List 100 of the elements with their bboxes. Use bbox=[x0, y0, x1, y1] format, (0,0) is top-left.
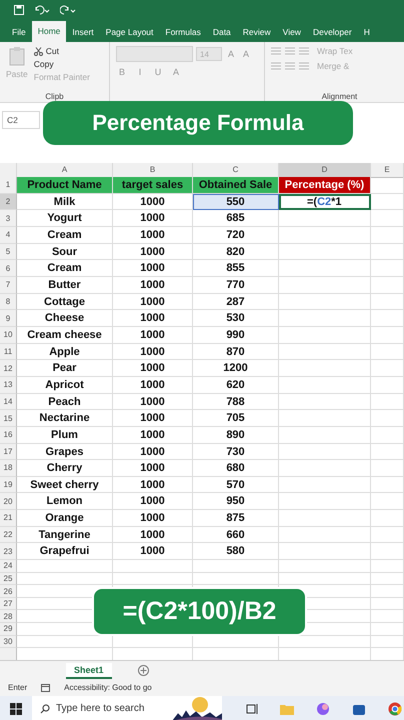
table-cell: 530 bbox=[193, 310, 279, 327]
windows-icon[interactable] bbox=[10, 702, 22, 714]
table-cell: 287 bbox=[193, 294, 279, 310]
font-field[interactable] bbox=[116, 46, 193, 62]
table-cell: Cherry bbox=[17, 460, 113, 477]
table-cell: 1000 bbox=[113, 310, 193, 327]
copilot-icon[interactable] bbox=[316, 702, 330, 716]
row-number: 30 bbox=[0, 636, 17, 648]
table-cell bbox=[371, 636, 404, 648]
table-cell bbox=[371, 310, 404, 327]
menu-tab[interactable]: File bbox=[6, 22, 32, 42]
menu-tab[interactable]: View bbox=[276, 22, 307, 42]
table-cell: Orange bbox=[17, 510, 113, 527]
table-cell: Cream cheese bbox=[17, 326, 113, 344]
table-cell: 660 bbox=[193, 526, 279, 544]
table-cell bbox=[371, 623, 404, 636]
table-cell: Yogurt bbox=[17, 210, 113, 227]
formula-cell[interactable]: =(C2*1 bbox=[279, 194, 371, 210]
table-cell: Cheese bbox=[17, 310, 113, 327]
accessibility-status[interactable]: Accessibility: Good to go bbox=[64, 683, 152, 692]
add-sheet-icon[interactable] bbox=[138, 665, 149, 676]
redo-icon[interactable] bbox=[60, 4, 76, 14]
table-cell bbox=[371, 226, 404, 244]
task-view-icon[interactable] bbox=[246, 702, 258, 714]
copy-button[interactable]: Copy bbox=[34, 59, 90, 69]
column-header[interactable]: A bbox=[17, 163, 113, 178]
column-header[interactable]: B bbox=[113, 163, 193, 178]
column-header[interactable]: E bbox=[371, 163, 404, 178]
table-cell: 1200 bbox=[193, 360, 279, 377]
table-cell bbox=[371, 510, 404, 527]
menu-tab[interactable]: Page Layout bbox=[100, 22, 160, 42]
menu-tab[interactable]: H bbox=[358, 22, 376, 42]
table-cell: 1000 bbox=[113, 444, 193, 460]
row-number: 2 bbox=[0, 194, 17, 210]
table-cell bbox=[371, 344, 404, 360]
menu-tab[interactable]: Formulas bbox=[159, 22, 207, 42]
table-cell: 1000 bbox=[113, 294, 193, 310]
table-cell: 870 bbox=[193, 344, 279, 360]
table-cell: 1000 bbox=[113, 510, 193, 527]
table-cell: Grapefrui bbox=[17, 543, 113, 560]
row-number: 25 bbox=[0, 572, 17, 586]
table-cell: 1000 bbox=[113, 260, 193, 277]
table-cell bbox=[371, 543, 404, 560]
row-number: 4 bbox=[0, 226, 17, 244]
column-header[interactable]: D bbox=[279, 163, 371, 178]
clipboard-icon[interactable] bbox=[8, 46, 25, 66]
table-cell bbox=[371, 426, 404, 444]
menu-tab[interactable]: Developer bbox=[306, 22, 358, 42]
row-number: 7 bbox=[0, 276, 17, 294]
table-cell: Peach bbox=[17, 394, 113, 410]
menu-tab[interactable]: Home bbox=[32, 21, 66, 42]
save-icon[interactable] bbox=[14, 4, 24, 14]
row-number: 11 bbox=[0, 344, 17, 360]
table-cell: 788 bbox=[193, 394, 279, 410]
table-cell: 1000 bbox=[113, 394, 193, 410]
sheet-tab[interactable]: Sheet1 bbox=[66, 663, 112, 679]
table-cell: 550 bbox=[193, 194, 279, 210]
table-cell: 1000 bbox=[113, 276, 193, 294]
table-cell: Nectarine bbox=[17, 410, 113, 427]
menu-tab[interactable]: Review bbox=[236, 22, 277, 42]
table-cell: 705 bbox=[193, 410, 279, 427]
row-number: 22 bbox=[0, 526, 17, 544]
row-number: 17 bbox=[0, 444, 17, 460]
row-number: 14 bbox=[0, 394, 17, 410]
table-cell: 770 bbox=[193, 276, 279, 294]
table-cell: 685 bbox=[193, 210, 279, 227]
table-cell: Pear bbox=[17, 360, 113, 377]
table-cell: Apple bbox=[17, 344, 113, 360]
table-cell: 1000 bbox=[113, 344, 193, 360]
table-cell: 820 bbox=[193, 244, 279, 260]
table-cell bbox=[371, 526, 404, 544]
table-cell: 1000 bbox=[113, 244, 193, 260]
table-cell: Sour bbox=[17, 244, 113, 260]
macro-icon[interactable] bbox=[41, 683, 50, 692]
row-number: 1 bbox=[0, 177, 17, 194]
table-cell bbox=[371, 598, 404, 610]
row-number: 29 bbox=[0, 623, 17, 636]
table-cell: 580 bbox=[193, 543, 279, 560]
table-cell: Tangerine bbox=[17, 526, 113, 544]
table-cell: Sweet cherry bbox=[17, 476, 113, 494]
table-cell bbox=[371, 460, 404, 477]
table-cell: Grapes bbox=[17, 444, 113, 460]
table-cell bbox=[371, 585, 404, 598]
row-number: 15 bbox=[0, 410, 17, 427]
cut-button[interactable]: Cut bbox=[34, 46, 90, 56]
table-cell: Cream bbox=[17, 226, 113, 244]
browser-icon[interactable] bbox=[388, 702, 402, 716]
row-number: 20 bbox=[0, 493, 17, 510]
row-number: 16 bbox=[0, 426, 17, 444]
menu-tab[interactable]: Data bbox=[206, 22, 237, 42]
name-box[interactable]: C2 bbox=[2, 111, 40, 129]
row-number: 26 bbox=[0, 585, 17, 598]
column-header[interactable]: C bbox=[193, 163, 279, 178]
undo-icon[interactable] bbox=[34, 4, 50, 14]
row-number: 5 bbox=[0, 244, 17, 260]
row-number: 19 bbox=[0, 476, 17, 494]
menu-tab[interactable]: Insert bbox=[66, 22, 100, 42]
table-cell bbox=[371, 194, 404, 210]
table-cell: Butter bbox=[17, 276, 113, 294]
row-number: 3 bbox=[0, 210, 17, 227]
